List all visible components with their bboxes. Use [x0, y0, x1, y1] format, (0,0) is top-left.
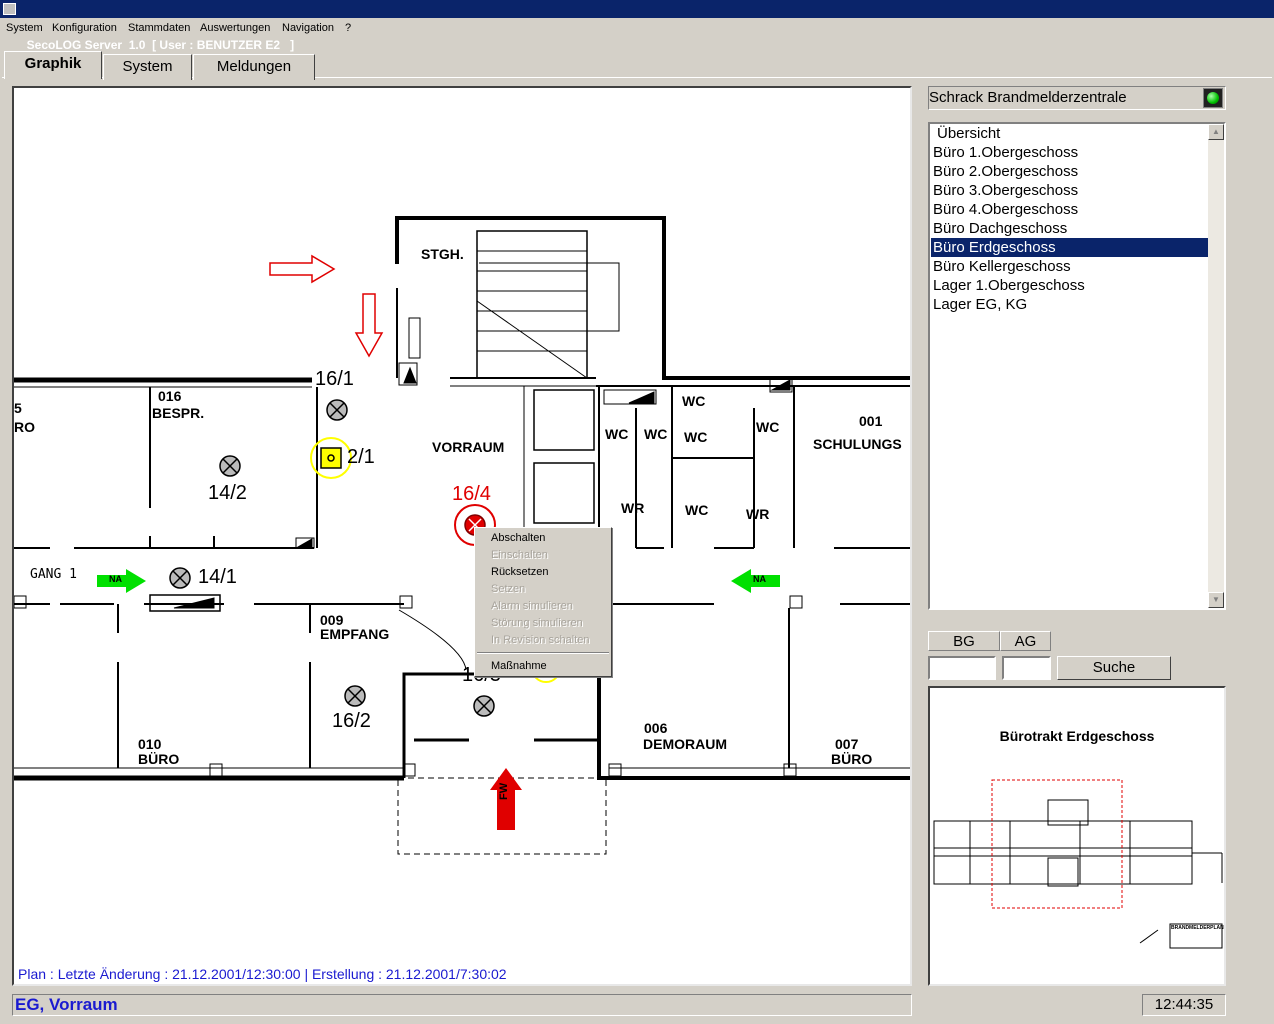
- floor-item-buero-3og[interactable]: Büro 3.Obergeschoss: [931, 181, 1211, 200]
- fw-arrow-label: FW: [498, 782, 510, 800]
- menu-konfiguration[interactable]: Konfiguration: [52, 19, 117, 37]
- room-007-name: BÜRO: [831, 751, 873, 767]
- floor-item-buero-1og[interactable]: Büro 1.Obergeschoss: [931, 143, 1211, 162]
- floor-item-buero-4og[interactable]: Büro 4.Obergeschoss: [931, 200, 1211, 219]
- overview-legend: BRANDMELDERPLAN: [1171, 925, 1224, 931]
- room-001-name: SCHULUNGS: [813, 436, 902, 452]
- floor-item-buero-eg[interactable]: Büro Erdgeschoss: [931, 238, 1211, 257]
- title-bar: SecoLOG Server 1.0 [ User : BENUTZER E2 …: [0, 0, 1274, 52]
- room-vorraum-label: VORRAUM: [432, 439, 505, 455]
- room-010-name: BÜRO: [138, 751, 180, 767]
- room-wc-5: WC: [756, 419, 780, 435]
- room-wr-2: WR: [746, 506, 770, 522]
- panel-title: Schrack Brandmelderzentrale: [928, 86, 1226, 110]
- scroll-down-icon[interactable]: ▼: [1208, 592, 1224, 608]
- floor-item-buero-2og[interactable]: Büro 2.Obergeschoss: [931, 162, 1211, 181]
- floor-plan-view[interactable]: STGH. 016 BESPR. 5 RO VORRAUM GANG 1 009…: [12, 86, 912, 986]
- overview-map[interactable]: Bürotrakt Erdgeschoss BRANDMELDERPLAN: [928, 686, 1226, 986]
- detector-16-3-icon[interactable]: [473, 695, 495, 717]
- floor-item-lager-eg-kg[interactable]: Lager EG, KG: [931, 295, 1211, 314]
- detector-14-1-label: 14/1: [198, 566, 237, 588]
- detector-16-2-icon[interactable]: [344, 685, 366, 707]
- scroll-up-icon[interactable]: ▲: [1208, 124, 1224, 140]
- room-wc-3: WC: [644, 426, 668, 442]
- room-016-number: 016: [158, 388, 182, 404]
- na-arrow-right-label: NA: [753, 574, 766, 584]
- room-left-name: RO: [14, 419, 35, 435]
- menu-bar: System Konfiguration Stammdaten Auswertu…: [0, 19, 1274, 37]
- tab-meldungen[interactable]: Meldungen: [193, 54, 315, 80]
- room-010-number: 010: [138, 736, 162, 752]
- room-wc-6: WC: [685, 502, 709, 518]
- floor-list-scrollbar[interactable]: ▲ ▼: [1208, 124, 1224, 608]
- overview-viewport[interactable]: [991, 779, 1123, 909]
- menu-help[interactable]: ?: [345, 19, 351, 37]
- detector-16-4-label: 16/4: [452, 483, 491, 505]
- status-clock: 12:44:35: [1142, 994, 1226, 1016]
- na-arrow-left-label: NA: [109, 574, 122, 584]
- room-009-name: EMPFANG: [320, 626, 390, 642]
- floor-plan-drawing: [14, 216, 910, 855]
- room-016-name: BESPR.: [152, 405, 205, 421]
- menu-separator: [477, 652, 609, 654]
- floor-item-uebersicht[interactable]: Übersicht: [935, 124, 1215, 143]
- search-button[interactable]: Suche: [1057, 656, 1171, 680]
- floor-item-lager-1og[interactable]: Lager 1.Obergeschoss: [931, 276, 1211, 295]
- menu-item-massnahme[interactable]: Maßnahme: [491, 658, 547, 674]
- room-001-number: 001: [859, 413, 883, 429]
- menu-system[interactable]: System: [6, 19, 43, 37]
- menu-stammdaten[interactable]: Stammdaten: [128, 19, 190, 37]
- detector-14-2-label: 14/2: [208, 482, 247, 504]
- app-icon: [3, 3, 16, 15]
- detector-16-2-label: 16/2: [332, 710, 371, 732]
- room-006-name: DEMORAUM: [643, 736, 727, 752]
- bg-input[interactable]: [928, 656, 996, 680]
- menu-auswertungen[interactable]: Auswertungen: [200, 19, 270, 37]
- menu-item-in-revision-schalten[interactable]: In Revision schalten: [491, 632, 589, 648]
- detector-context-menu: Abschalten Einschalten Rücksetzen Setzen…: [474, 527, 612, 677]
- room-gang-label: GANG 1: [30, 567, 77, 582]
- detector-16-1-icon[interactable]: [326, 399, 348, 421]
- room-left-number: 5: [14, 400, 22, 416]
- room-wc-4: WC: [684, 429, 708, 445]
- room-wc-1: WC: [682, 393, 706, 409]
- menu-item-stoerung-simulieren[interactable]: Störung simulieren: [491, 615, 583, 631]
- room-stgh-label: STGH.: [421, 246, 464, 262]
- menu-item-ruecksetzen[interactable]: Rücksetzen: [491, 564, 548, 580]
- menu-navigation[interactable]: Navigation: [282, 19, 334, 37]
- floor-list[interactable]: Übersicht Büro 1.Obergeschoss Büro 2.Obe…: [928, 122, 1226, 610]
- tab-system[interactable]: System: [103, 54, 192, 80]
- plan-info-text: Plan : Letzte Änderung : 21.12.2001/12:3…: [18, 966, 507, 982]
- room-wc-2: WC: [605, 426, 629, 442]
- detector-16-1-label: 16/1: [315, 368, 354, 390]
- tab-graphik[interactable]: Graphik: [4, 51, 102, 79]
- menu-item-abschalten[interactable]: Abschalten: [491, 530, 545, 546]
- ag-input[interactable]: [1002, 656, 1051, 680]
- detector-14-1-icon[interactable]: [169, 567, 191, 589]
- menu-item-setzen[interactable]: Setzen: [491, 581, 525, 597]
- detector-2-1-label: 2/1: [347, 446, 375, 468]
- floor-item-buero-kg[interactable]: Büro Kellergeschoss: [931, 257, 1211, 276]
- detector-14-2-icon[interactable]: [219, 455, 241, 477]
- bg-header: BG: [928, 631, 1000, 651]
- ag-header: AG: [1000, 631, 1051, 651]
- floor-item-buero-dg[interactable]: Büro Dachgeschoss: [931, 219, 1211, 238]
- menu-item-einschalten[interactable]: Einschalten: [491, 547, 548, 563]
- window-title: SecoLOG Server 1.0 [ User : BENUTZER E2 …: [26, 38, 295, 52]
- overview-plan-drawing: [933, 779, 1223, 949]
- room-006-number: 006: [644, 720, 668, 736]
- room-wr-1: WR: [621, 500, 645, 516]
- menu-item-alarm-simulieren[interactable]: Alarm simulieren: [491, 598, 573, 614]
- status-location: EG, Vorraum: [12, 994, 912, 1016]
- room-007-number: 007: [835, 736, 859, 752]
- status-led-icon: [1203, 88, 1223, 108]
